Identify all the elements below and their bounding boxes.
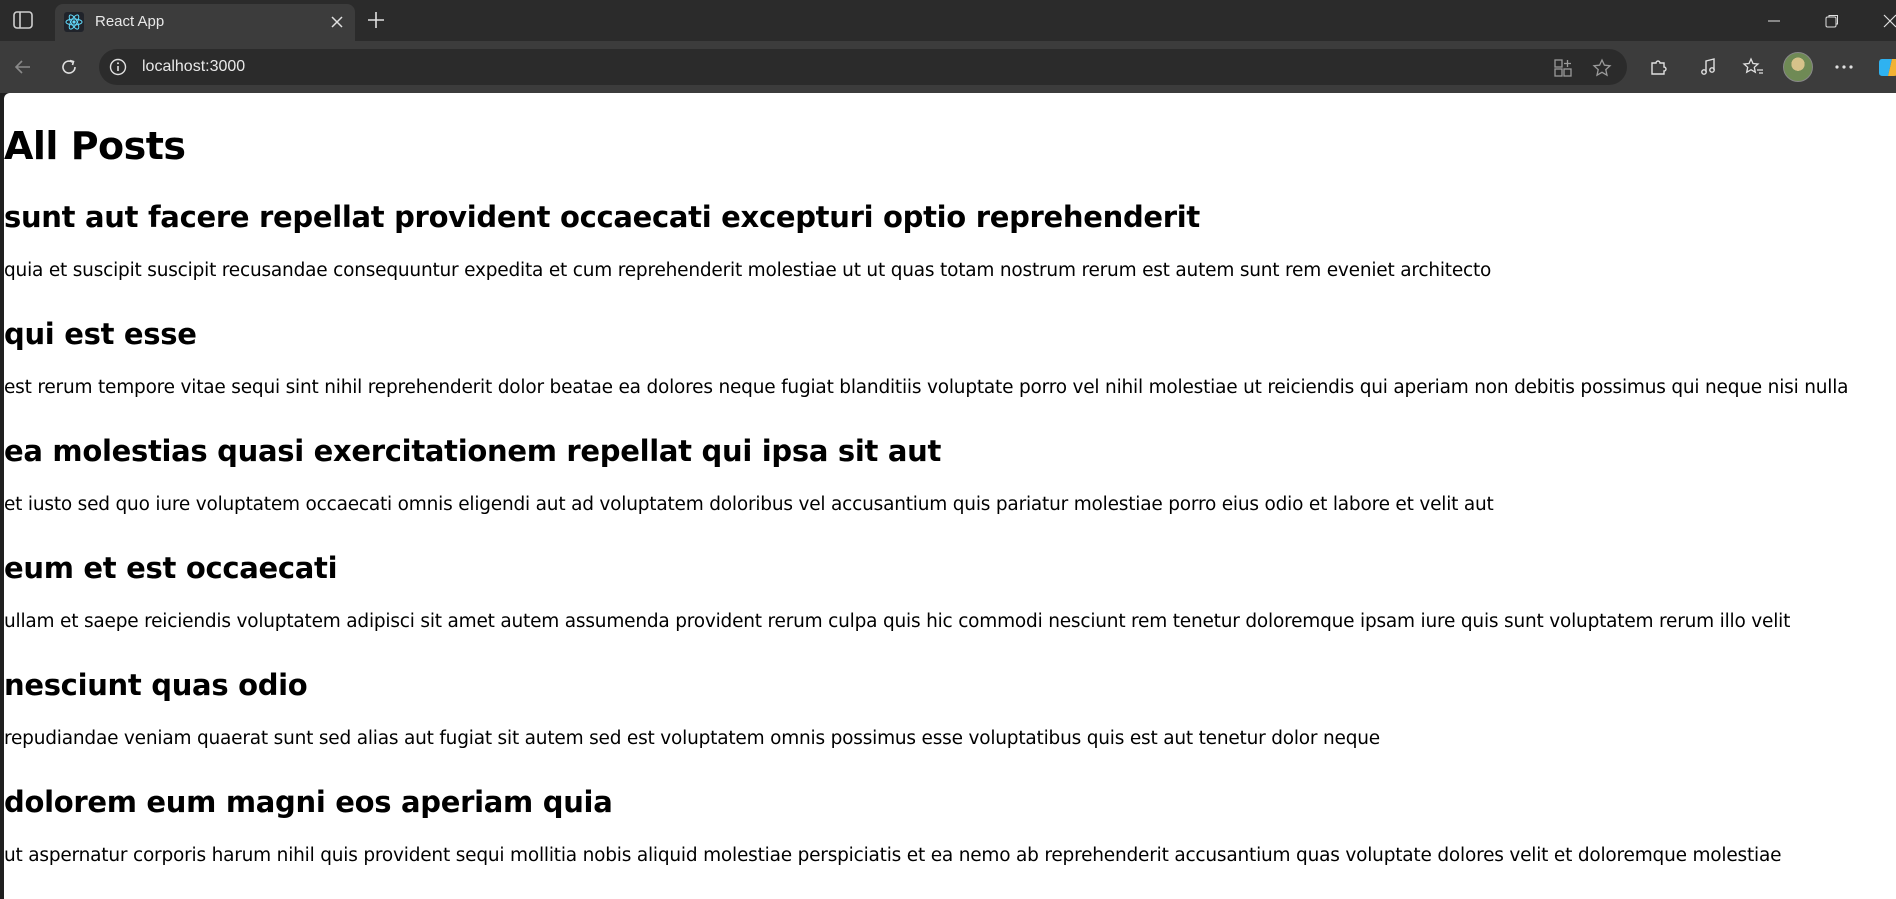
post-body: ut aspernatur corporis harum nihil quis … — [4, 845, 1782, 866]
post-item: nesciunt quas odio repudiandae veniam qu… — [4, 668, 1380, 749]
post-item: dolorem eum magni eos aperiam quia ut as… — [4, 785, 1782, 866]
post-item: qui est esse est rerum tempore vitae seq… — [4, 317, 1848, 398]
refresh-icon[interactable] — [53, 51, 85, 83]
favorites-icon[interactable] — [1737, 51, 1769, 83]
window-close-icon[interactable] — [1862, 0, 1896, 41]
plus-icon[interactable] — [364, 8, 388, 32]
post-title: ea molestias quasi exercitationem repell… — [4, 434, 942, 468]
post-item: ea molestias quasi exercitationem repell… — [4, 434, 1494, 515]
tab-strip: React App — [0, 0, 1896, 41]
post-title: eum et est occaecati — [4, 551, 338, 585]
post-title: sunt aut facere repellat provident occae… — [4, 200, 1200, 234]
sidebar-toggle-icon[interactable] — [10, 9, 36, 31]
avatar[interactable] — [1783, 52, 1813, 82]
restore-icon[interactable] — [1804, 0, 1860, 41]
post-body: est rerum tempore vitae sequi sint nihil… — [4, 377, 1849, 398]
app-grid-icon[interactable] — [1552, 57, 1574, 79]
address-bar[interactable]: localhost:3000 — [99, 49, 1627, 85]
copilot-icon[interactable] — [1876, 55, 1896, 79]
star-icon[interactable] — [1591, 57, 1613, 79]
post-body: et iusto sed quo iure voluptatem occaeca… — [4, 494, 1494, 515]
url-text[interactable]: localhost:3000 — [142, 58, 245, 76]
post-body: ullam et saepe reiciendis voluptatem adi… — [4, 611, 1791, 632]
page-viewport: All Posts sunt aut facere repellat provi… — [4, 93, 1896, 899]
post-title: qui est esse — [4, 317, 197, 351]
post-item: eum et est occaecati ullam et saepe reic… — [4, 551, 1790, 632]
minimize-icon[interactable] — [1746, 0, 1802, 41]
tab-title: React App — [95, 13, 165, 30]
active-tab[interactable]: React App — [55, 4, 355, 41]
info-icon[interactable] — [109, 58, 127, 76]
more-dots-icon[interactable] — [1828, 51, 1860, 83]
music-note-icon[interactable] — [1692, 51, 1724, 83]
page-title: All Posts — [4, 124, 186, 168]
post-title: nesciunt quas odio — [4, 668, 308, 702]
post-title: dolorem eum magni eos aperiam quia — [4, 785, 613, 819]
post-body: quia et suscipit suscipit recusandae con… — [4, 260, 1492, 281]
react-logo-icon — [64, 12, 84, 32]
browser-toolbar: localhost:3000 — [0, 41, 1896, 93]
back-arrow-icon[interactable] — [7, 51, 39, 83]
puzzle-icon[interactable] — [1642, 51, 1674, 83]
post-body: repudiandae veniam quaerat sunt sed alia… — [4, 728, 1380, 749]
close-icon[interactable] — [327, 12, 347, 32]
post-item: sunt aut facere repellat provident occae… — [4, 200, 1491, 281]
